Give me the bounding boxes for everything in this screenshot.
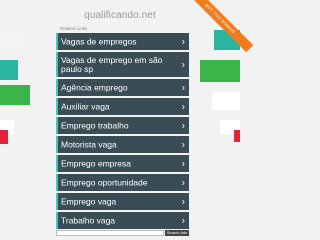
related-link[interactable]: Trabalho vaga › <box>56 212 189 229</box>
related-link[interactable]: Auxiliar vaga › <box>56 98 189 115</box>
link-accent-bar <box>56 98 58 115</box>
related-link[interactable]: Motorista vaga › <box>56 136 189 153</box>
chevron-right-icon: › <box>181 215 185 226</box>
chevron-right-icon: › <box>181 36 185 47</box>
search-bar: Search Ads <box>56 230 189 236</box>
related-link-label: Vagas de emprego em são paulo sp <box>61 54 163 74</box>
chevron-right-icon: › <box>181 120 185 131</box>
related-link-label: Emprego oportunidade <box>61 177 148 187</box>
link-accent-bar <box>56 212 58 229</box>
link-accent-bar <box>56 155 58 172</box>
link-accent-bar <box>56 117 58 134</box>
link-accent-bar <box>56 174 58 191</box>
decorative-stripe <box>0 85 30 105</box>
related-link-label: Emprego vaga <box>61 196 117 206</box>
decorative-stripe <box>234 130 240 142</box>
chevron-right-icon: › <box>181 139 185 150</box>
chevron-right-icon: › <box>181 177 185 188</box>
link-accent-bar <box>56 193 58 210</box>
related-link[interactable]: Emprego empresa › <box>56 155 189 172</box>
link-accent-bar <box>56 52 58 77</box>
related-link[interactable]: Emprego oportunidade › <box>56 174 189 191</box>
related-link-label: Motorista vaga <box>61 139 117 149</box>
related-link-label: Emprego empresa <box>61 158 131 168</box>
related-link-label: Auxiliar vaga <box>61 101 110 111</box>
link-accent-bar <box>56 33 58 50</box>
related-link-label: Trabalho vaga <box>61 215 116 225</box>
related-links-list: Vagas de empregos › Vagas de emprego em s… <box>56 33 189 231</box>
related-link-label: Vagas de empregos <box>61 36 137 46</box>
chevron-right-icon: › <box>181 82 185 93</box>
related-link[interactable]: Vagas de empregos › <box>56 33 189 50</box>
decorative-stripe <box>200 60 240 82</box>
link-accent-bar <box>56 79 58 96</box>
related-link[interactable]: Agência emprego › <box>56 79 189 96</box>
related-link-label: Agência emprego <box>61 82 128 92</box>
chevron-right-icon: › <box>181 158 185 169</box>
search-ads-button[interactable]: Search Ads <box>165 230 189 236</box>
related-link[interactable]: Emprego vaga › <box>56 193 189 210</box>
decorative-stripe <box>212 92 240 110</box>
related-link-label: Emprego trabalho <box>61 120 129 130</box>
chevron-right-icon: › <box>181 101 185 112</box>
search-input[interactable] <box>56 230 164 236</box>
decorative-stripe <box>0 60 18 80</box>
chevron-right-icon: › <box>181 196 185 207</box>
domain-title: qualificando.net <box>84 10 156 21</box>
decorative-stripe <box>0 30 26 50</box>
decorative-stripe <box>0 130 8 144</box>
chevron-right-icon: › <box>181 59 185 70</box>
related-links-header: Related Links <box>60 26 88 31</box>
related-link[interactable]: Vagas de emprego em são paulo sp › <box>56 52 189 77</box>
related-link[interactable]: Emprego trabalho › <box>56 117 189 134</box>
link-accent-bar <box>56 136 58 153</box>
